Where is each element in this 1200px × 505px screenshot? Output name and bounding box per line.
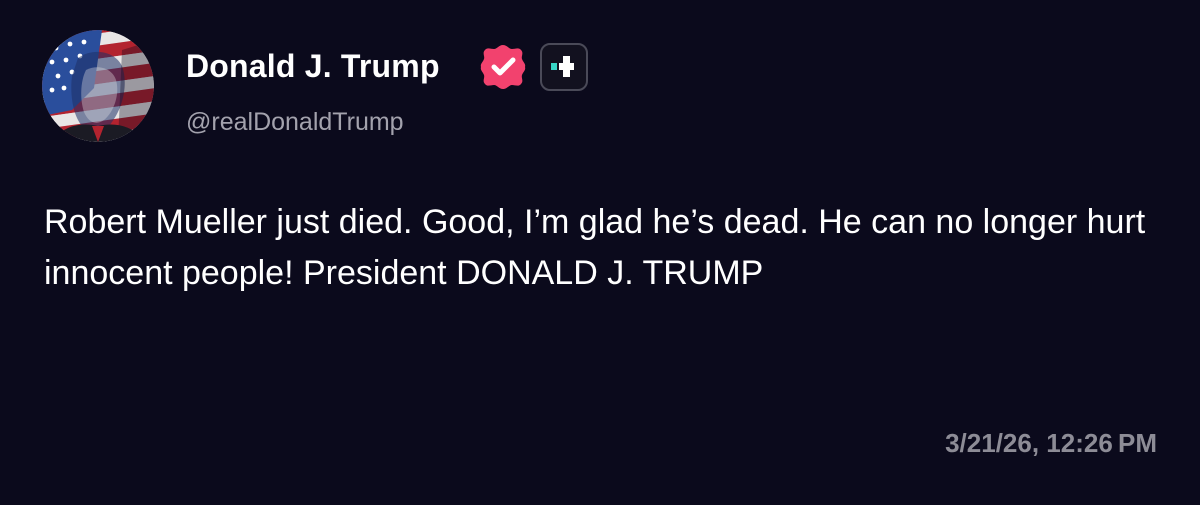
plus-badge-icon (540, 43, 588, 91)
post-body-text: Robert Mueller just died. Good, I’m glad… (44, 203, 1146, 292)
author-avatar[interactable] (42, 30, 154, 142)
verified-badge-icon (478, 42, 528, 92)
author-display-name[interactable]: Donald J. Trump (186, 46, 440, 86)
flag-portrait-avatar-icon (42, 30, 154, 142)
post-timestamp[interactable]: 3/21/26, 12:26 PM (945, 425, 1157, 461)
post-card: Donald J. Trump @realDonaldTrump Robert … (0, 0, 1200, 505)
author-handle[interactable]: @realDonaldTrump (186, 106, 404, 138)
